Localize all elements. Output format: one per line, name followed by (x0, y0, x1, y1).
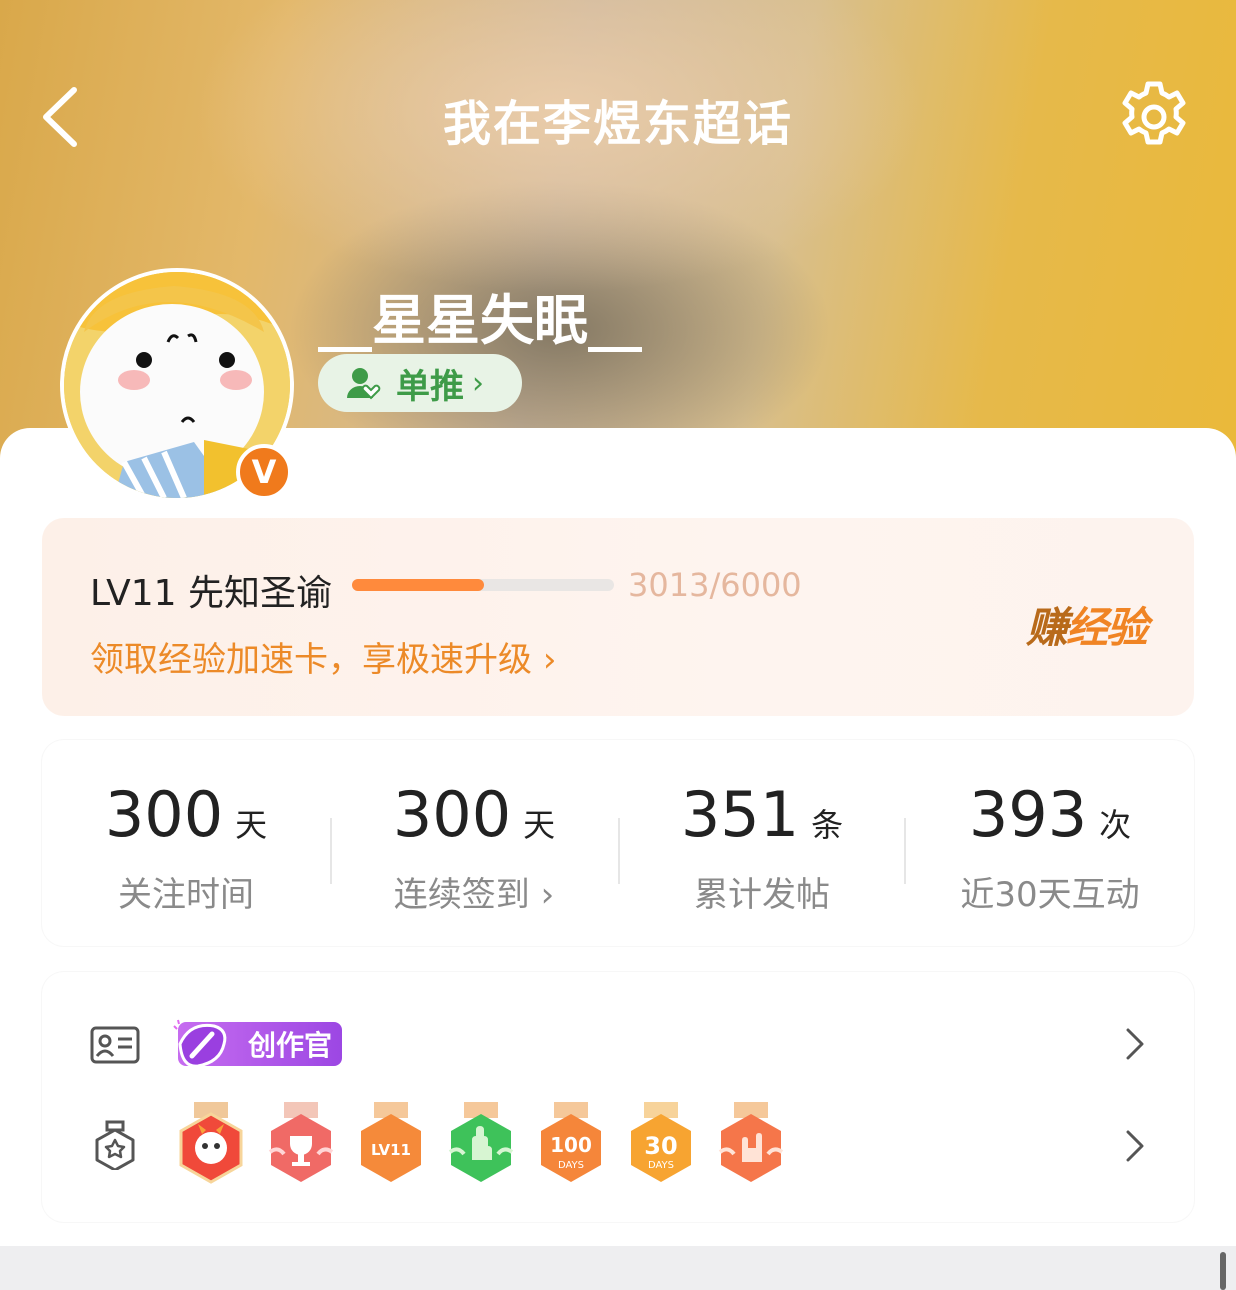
verified-badge: V (236, 444, 292, 500)
lv11-medal-text: LV11 (371, 1141, 411, 1159)
fan-tag-label: 单推 (396, 366, 464, 407)
level-progress-fill (352, 579, 484, 591)
stat-value: 393 (968, 778, 1088, 851)
chevron-right-icon[interactable] (1120, 1126, 1150, 1166)
earn-exp-suffix: 经验 (1066, 603, 1148, 652)
stats-card: 300 天 关注时间 300 天 连续签到 › 351 条 累计发帖 393 次 近30… (42, 740, 1194, 946)
earn-exp-prefix: 赚 (1026, 603, 1068, 652)
30-days-medal-icon[interactable]: 30 DAYS (628, 1102, 694, 1188)
chevron-right-icon: › (529, 875, 555, 915)
id-card-icon (90, 1026, 140, 1064)
stat-follow-days: 300 天 关注时间 (42, 778, 330, 916)
creator-emblem-icon (173, 1019, 227, 1068)
hand-medal-icon[interactable] (448, 1102, 514, 1188)
stat-total-posts: 351 条 累计发帖 (618, 778, 906, 916)
scrollbar[interactable] (1220, 1252, 1226, 1290)
lv11-medal-icon[interactable]: LV11 (358, 1102, 424, 1188)
creator-badge[interactable]: 创作官 (173, 1019, 342, 1068)
30-days-medal-label: DAYS (648, 1160, 674, 1171)
30-days-medal-number: 30 (644, 1132, 677, 1160)
stat-unit: 次 (1099, 806, 1132, 844)
gear-icon (1122, 81, 1186, 145)
stat-unit: 天 (523, 806, 556, 844)
exp-boost-label: 领取经验加速卡，享极速升级 (90, 640, 532, 680)
stat-label: 累计发帖 (694, 875, 830, 915)
chevron-right-icon: › (472, 365, 484, 401)
stat-label: 连续签到 (393, 875, 530, 915)
stat-unit: 天 (235, 806, 268, 844)
stat-checkin-streak[interactable]: 300 天 连续签到 › (330, 778, 618, 916)
chevron-right-icon: › (542, 640, 557, 680)
bottom-divider (0, 1246, 1236, 1290)
100-days-medal-label: DAYS (558, 1160, 584, 1171)
rock-hand-medal-icon[interactable] (718, 1102, 784, 1188)
stat-label: 近30天互动 (960, 875, 1140, 915)
trophy-medal-icon[interactable] (268, 1102, 334, 1188)
level-card: LV11 先知圣谕 3013/6000 领取经验加速卡，享极速升级 › 赚经验 (42, 518, 1194, 716)
100-days-medal-number: 100 (550, 1133, 592, 1157)
fan-tag-button[interactable]: 单推 › (318, 354, 522, 412)
level-progress-bar (352, 579, 614, 591)
stat-unit: 条 (811, 806, 844, 844)
mascot-medal-icon[interactable] (178, 1102, 244, 1188)
settings-button[interactable] (1114, 78, 1194, 158)
page-title: 我在李煜东超话 (442, 96, 793, 152)
stat-value: 300 (392, 778, 512, 851)
badges-card: 创作官 LV11 100 DAYS 30 DAYS (42, 972, 1194, 1222)
exp-boost-link[interactable]: 领取经验加速卡，享极速升级 › (90, 632, 556, 681)
earn-exp-button[interactable]: 赚经验 (1026, 594, 1148, 655)
level-name: LV11 先知圣谕 (90, 573, 332, 614)
stat-label: 关注时间 (118, 875, 254, 915)
stat-value: 300 (104, 778, 224, 851)
medal-icon (95, 1120, 135, 1170)
stat-interactions: 393 次 近30天互动 (906, 778, 1194, 916)
user-heart-icon (347, 368, 381, 400)
level-progress-text: 3013/6000 (628, 566, 802, 604)
100-days-medal-icon[interactable]: 100 DAYS (538, 1102, 604, 1188)
creator-badge-label: 创作官 (247, 1029, 332, 1062)
stat-value: 351 (680, 778, 800, 851)
chevron-right-icon (1126, 1028, 1144, 1060)
username: __星星失眠__ (318, 289, 642, 352)
